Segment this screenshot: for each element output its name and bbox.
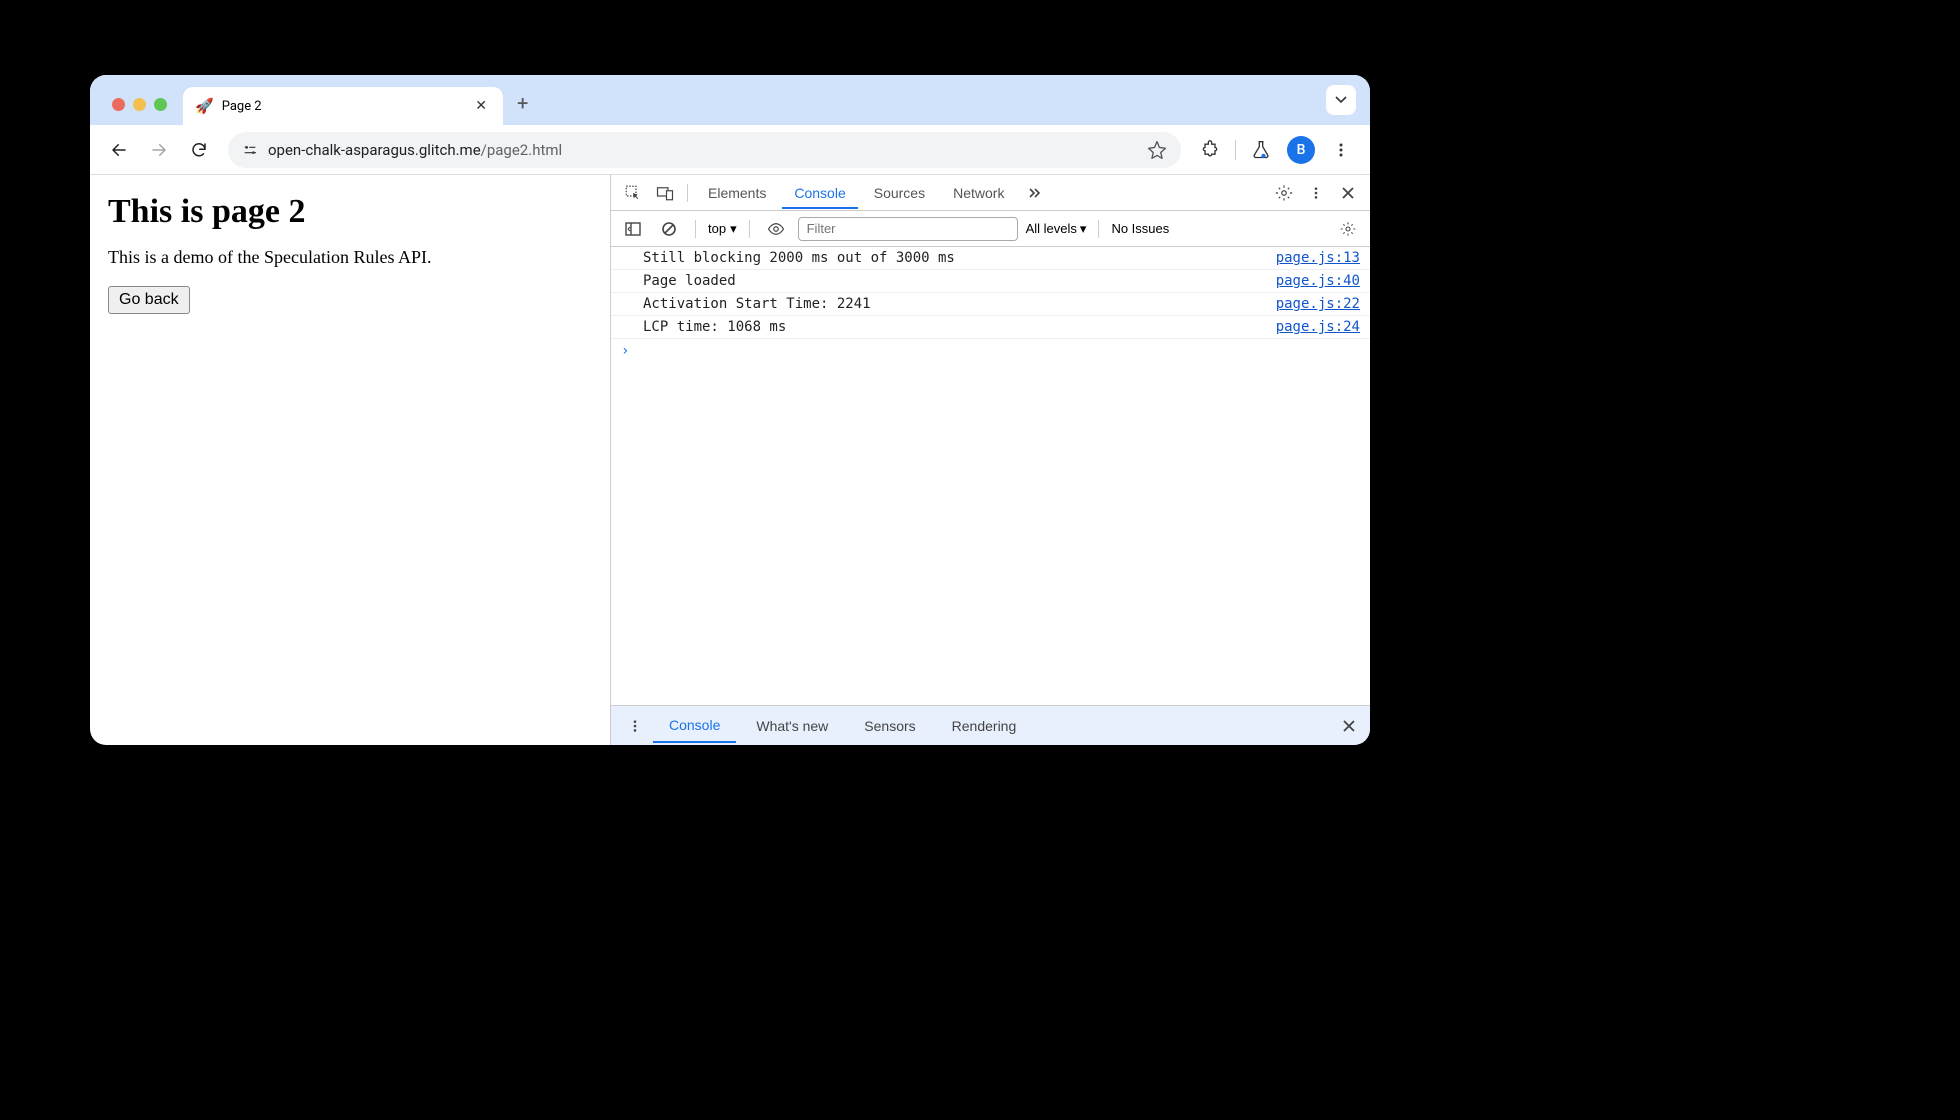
log-source-link[interactable]: page.js:40 xyxy=(1276,273,1360,289)
star-icon xyxy=(1147,140,1167,160)
devtools-menu-button[interactable] xyxy=(1302,179,1330,207)
browser-menu-button[interactable] xyxy=(1324,133,1358,167)
drawer-menu-button[interactable] xyxy=(621,712,649,740)
log-levels-selector[interactable]: All levels ▾ xyxy=(1026,221,1087,237)
close-icon xyxy=(1342,719,1356,733)
tab-sources[interactable]: Sources xyxy=(862,177,937,209)
go-back-button[interactable]: Go back xyxy=(108,286,190,314)
devtools-settings-button[interactable] xyxy=(1270,179,1298,207)
console-separator xyxy=(1098,220,1099,238)
tab-strip: 🚀 Page 2 ✕ + xyxy=(90,75,1370,125)
bookmark-button[interactable] xyxy=(1147,140,1167,160)
reload-icon xyxy=(190,141,208,159)
gear-icon xyxy=(1275,184,1293,202)
console-separator xyxy=(749,220,750,238)
console-log-area: Still blocking 2000 ms out of 3000 ms pa… xyxy=(611,247,1370,705)
devtools-close-button[interactable] xyxy=(1334,179,1362,207)
devices-icon xyxy=(656,184,674,202)
issues-button[interactable]: No Issues xyxy=(1111,221,1169,236)
eye-icon xyxy=(767,220,785,238)
caret-down-icon: ▾ xyxy=(730,221,737,237)
console-log-row: Page loaded page.js:40 xyxy=(611,270,1370,293)
window-close-button[interactable] xyxy=(112,98,125,111)
forward-button[interactable] xyxy=(142,133,176,167)
flask-icon xyxy=(1251,140,1271,160)
device-toolbar-button[interactable] xyxy=(651,179,679,207)
devtools-drawer: Console What's new Sensors Rendering xyxy=(611,705,1370,745)
close-icon xyxy=(1341,186,1355,200)
context-selector[interactable]: top ▾ xyxy=(708,221,737,237)
devtools-separator xyxy=(687,184,688,202)
browser-tab[interactable]: 🚀 Page 2 ✕ xyxy=(183,87,503,125)
arrow-left-icon xyxy=(110,141,128,159)
chevron-down-icon xyxy=(1335,96,1347,104)
kebab-icon xyxy=(628,719,642,733)
tab-network[interactable]: Network xyxy=(941,177,1016,209)
page-content: This is page 2 This is a demo of the Spe… xyxy=(90,175,610,745)
drawer-close-button[interactable] xyxy=(1338,715,1360,737)
log-source-link[interactable]: page.js:24 xyxy=(1276,319,1360,335)
avatar: B xyxy=(1287,136,1315,164)
console-log-row: LCP time: 1068 ms page.js:24 xyxy=(611,316,1370,339)
window-minimize-button[interactable] xyxy=(133,98,146,111)
url-text: open-chalk-asparagus.glitch.me/page2.htm… xyxy=(268,141,1137,159)
log-message: Activation Start Time: 2241 xyxy=(643,296,871,312)
live-expression-button[interactable] xyxy=(762,215,790,243)
arrow-right-icon xyxy=(150,141,168,159)
new-tab-button[interactable]: + xyxy=(503,91,542,125)
more-tabs-button[interactable] xyxy=(1020,179,1048,207)
puzzle-icon xyxy=(1200,140,1220,160)
tab-console[interactable]: Console xyxy=(782,177,857,209)
chevrons-right-icon xyxy=(1026,185,1042,201)
inspect-icon xyxy=(624,184,642,202)
console-log-row: Activation Start Time: 2241 page.js:22 xyxy=(611,293,1370,316)
window-dropdown-button[interactable] xyxy=(1326,85,1356,115)
console-prompt[interactable]: › xyxy=(611,339,1370,363)
drawer-tab-whats-new[interactable]: What's new xyxy=(740,710,844,742)
console-separator xyxy=(695,220,696,238)
kebab-icon xyxy=(1309,186,1323,200)
drawer-tab-rendering[interactable]: Rendering xyxy=(936,710,1033,742)
log-source-link[interactable]: page.js:13 xyxy=(1276,250,1360,266)
window-controls xyxy=(102,98,177,125)
extensions-button[interactable] xyxy=(1193,133,1227,167)
page-paragraph: This is a demo of the Speculation Rules … xyxy=(108,247,592,268)
console-log-row: Still blocking 2000 ms out of 3000 ms pa… xyxy=(611,247,1370,270)
drawer-tab-console[interactable]: Console xyxy=(653,709,736,743)
caret-down-icon: ▾ xyxy=(1080,221,1087,237)
tab-close-button[interactable]: ✕ xyxy=(471,96,491,116)
kebab-icon xyxy=(1333,142,1349,158)
tab-elements[interactable]: Elements xyxy=(696,177,778,209)
address-bar[interactable]: open-chalk-asparagus.glitch.me/page2.htm… xyxy=(228,132,1181,168)
rocket-icon: 🚀 xyxy=(195,97,214,115)
window-maximize-button[interactable] xyxy=(154,98,167,111)
browser-toolbar: open-chalk-asparagus.glitch.me/page2.htm… xyxy=(90,125,1370,175)
log-message: Still blocking 2000 ms out of 3000 ms xyxy=(643,250,955,266)
console-toolbar: top ▾ All levels ▾ No Issues xyxy=(611,211,1370,247)
sidebar-icon xyxy=(625,221,641,237)
devtools-panel: Elements Console Sources Network xyxy=(610,175,1370,745)
clear-console-button[interactable] xyxy=(655,215,683,243)
profile-button[interactable]: B xyxy=(1284,133,1318,167)
toolbar-separator xyxy=(1235,140,1236,160)
page-heading: This is page 2 xyxy=(108,193,592,231)
content-area: This is page 2 This is a demo of the Spe… xyxy=(90,175,1370,745)
site-settings-icon[interactable] xyxy=(242,142,258,158)
reload-button[interactable] xyxy=(182,133,216,167)
browser-window: 🚀 Page 2 ✕ + open-chalk-asparagus.glitch… xyxy=(90,75,1370,745)
tab-title: Page 2 xyxy=(222,99,464,114)
console-settings-button[interactable] xyxy=(1334,215,1362,243)
back-button[interactable] xyxy=(102,133,136,167)
log-message: LCP time: 1068 ms xyxy=(643,319,786,335)
console-filter-input[interactable] xyxy=(798,217,1018,241)
toggle-sidebar-button[interactable] xyxy=(619,215,647,243)
gear-icon xyxy=(1340,221,1356,237)
devtools-tab-bar: Elements Console Sources Network xyxy=(611,175,1370,211)
inspect-element-button[interactable] xyxy=(619,179,647,207)
clear-icon xyxy=(661,221,677,237)
log-source-link[interactable]: page.js:22 xyxy=(1276,296,1360,312)
log-message: Page loaded xyxy=(643,273,736,289)
labs-button[interactable] xyxy=(1244,133,1278,167)
drawer-tab-sensors[interactable]: Sensors xyxy=(848,710,931,742)
